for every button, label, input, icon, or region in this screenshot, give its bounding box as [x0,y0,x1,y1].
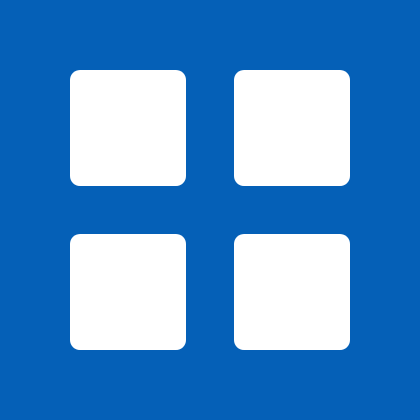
grid-tile-bottom-left [70,234,186,350]
grid-tile-top-left [70,70,186,186]
grid-icon [0,0,420,420]
grid-tile-top-right [234,70,350,186]
grid-tile-bottom-right [234,234,350,350]
